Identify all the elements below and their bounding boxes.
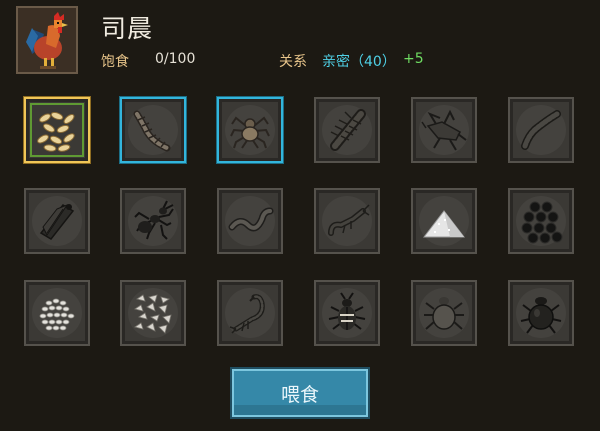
food-slot-tick[interactable] xyxy=(411,280,477,346)
relation-bonus: +5 xyxy=(403,51,424,67)
dung-beetle-icon xyxy=(520,297,562,334)
food-slot-grain[interactable] xyxy=(24,97,90,163)
cicada-icon xyxy=(39,203,75,240)
food-slot-larva[interactable] xyxy=(508,97,574,163)
grain-pile-icon xyxy=(37,112,75,152)
feeding-panel: 司晨 饱食 0/100 关系 亲密（40） +5 喂食 xyxy=(0,0,600,431)
food-slot-centipede[interactable] xyxy=(120,97,186,163)
food-slot-caterpillar[interactable] xyxy=(314,97,380,163)
food-slot-scorpion[interactable] xyxy=(217,280,283,346)
rooster-icon xyxy=(18,8,76,72)
earthworm-icon xyxy=(228,207,274,232)
food-slot-cicada[interactable] xyxy=(24,188,90,254)
rice-grain-pile-icon xyxy=(39,298,75,331)
scorpion-icon xyxy=(229,294,265,334)
food-slot-dark-berries[interactable] xyxy=(508,188,574,254)
food-slot-seeds[interactable] xyxy=(120,280,186,346)
character-name: 司晨 xyxy=(101,14,154,43)
food-slot-shrimp[interactable] xyxy=(314,188,380,254)
centipede-icon xyxy=(133,110,171,152)
food-slot-ant[interactable] xyxy=(120,188,186,254)
food-slot-white-powder[interactable] xyxy=(411,188,477,254)
food-slot-beetle[interactable] xyxy=(314,280,380,346)
ant-icon xyxy=(134,200,174,240)
tick-icon xyxy=(424,297,464,330)
shrimp-icon xyxy=(328,204,370,236)
white-powder-pile-icon xyxy=(422,210,466,238)
satiety-label: 饱食 xyxy=(101,54,129,70)
food-slot-rice[interactable] xyxy=(24,280,90,346)
food-slot-grasshopper[interactable] xyxy=(411,97,477,163)
beetle-icon xyxy=(328,292,366,330)
caterpillar-icon xyxy=(330,109,366,151)
dark-berries-icon xyxy=(521,201,563,244)
spider-icon xyxy=(230,116,270,149)
relation-value: 亲密（40） xyxy=(322,54,396,70)
feed-button[interactable]: 喂食 xyxy=(232,369,368,417)
food-slot-dung-beetle[interactable] xyxy=(508,280,574,346)
grasshopper-icon xyxy=(421,109,467,151)
larva-worm-icon xyxy=(521,110,561,150)
food-slot-spider[interactable] xyxy=(217,97,283,163)
seed-pile-icon xyxy=(134,294,172,334)
character-header: 司晨 饱食 0/100 关系 亲密（40） +5 xyxy=(0,0,600,85)
relation-label: 关系 xyxy=(279,54,307,70)
food-slot-earthworm[interactable] xyxy=(217,188,283,254)
satiety-value: 0/100 xyxy=(155,51,196,67)
character-portrait xyxy=(16,6,78,74)
